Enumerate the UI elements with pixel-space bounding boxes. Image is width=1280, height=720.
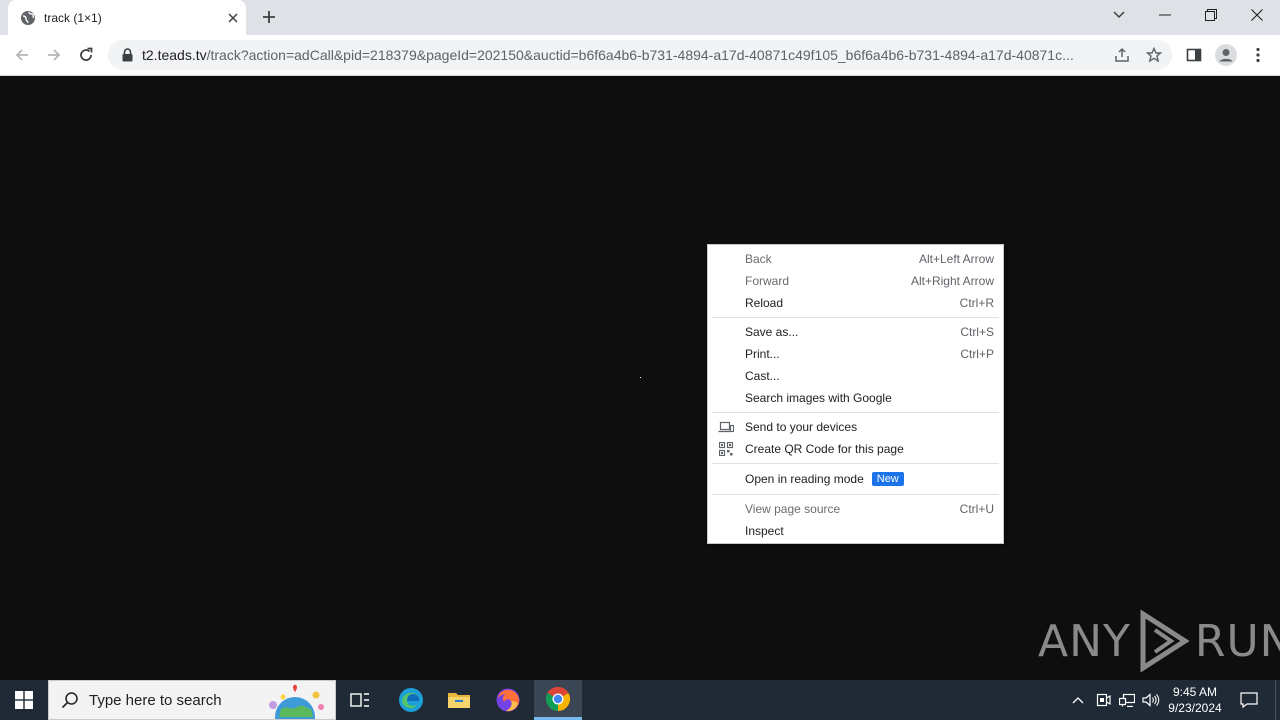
minimize-button[interactable] (1142, 0, 1188, 30)
show-desktop-button[interactable] (1275, 680, 1280, 720)
profile-avatar-icon[interactable] (1214, 43, 1238, 67)
globe-icon (20, 10, 36, 26)
firefox-icon[interactable] (484, 680, 532, 720)
menu-item-inspect[interactable]: Inspect (708, 520, 1003, 542)
tab-track[interactable]: track (1×1) (8, 0, 246, 35)
menu-separator (712, 317, 999, 318)
share-icon[interactable] (1112, 45, 1132, 65)
page-content[interactable] (0, 77, 1280, 680)
volume-icon[interactable] (1140, 680, 1162, 720)
menu-item-search-images[interactable]: Search images with Google (708, 387, 1003, 409)
menu-item-create-qr[interactable]: Create QR Code for this page (708, 438, 1003, 460)
url-path: /track?action=adCall&pid=218379&pageId=2… (206, 47, 1074, 63)
lock-icon[interactable] (120, 47, 134, 63)
chrome-menu-icon[interactable] (1246, 43, 1270, 67)
menu-item-reload[interactable]: Reload Ctrl+R (708, 292, 1003, 314)
url-host: t2.teads.tv (142, 47, 207, 63)
show-hidden-icons-chevron-icon[interactable] (1068, 680, 1088, 720)
clock-time: 9:45 AM (1172, 685, 1218, 699)
browser-toolbar: t2.teads.tv/track?action=adCall&pid=2183… (0, 35, 1280, 76)
notification-center-icon[interactable] (1234, 680, 1264, 720)
network-icon[interactable] (1116, 680, 1138, 720)
menu-separator (712, 463, 999, 464)
menu-item-forward[interactable]: Forward Alt+Right Arrow (708, 270, 1003, 292)
tab-close-icon[interactable] (224, 9, 242, 27)
menu-item-print[interactable]: Print... Ctrl+P (708, 343, 1003, 365)
new-badge: New (871, 472, 904, 486)
context-menu: Back Alt+Left Arrow Forward Alt+Right Ar… (707, 244, 1004, 544)
menu-item-back[interactable]: Back Alt+Left Arrow (708, 248, 1003, 270)
edge-browser-icon[interactable] (387, 680, 435, 720)
tab-strip: track (1×1) (0, 0, 1280, 35)
system-clock[interactable]: 9:45 AM 9/23/2024 (1160, 682, 1230, 718)
menu-item-cast[interactable]: Cast... (708, 365, 1003, 387)
url-text[interactable]: t2.teads.tv/track?action=adCall&pid=2183… (142, 47, 1094, 63)
qr-code-icon (718, 442, 734, 456)
menu-item-send-to-devices[interactable]: Send to your devices (708, 416, 1003, 438)
search-highlight-icon (269, 684, 324, 719)
tab-title: track (1×1) (44, 10, 102, 25)
close-window-button[interactable] (1234, 0, 1280, 30)
devices-icon (718, 420, 734, 434)
chrome-taskbar-icon[interactable] (534, 680, 582, 720)
meet-now-icon[interactable] (1092, 680, 1114, 720)
forward-button[interactable] (40, 41, 68, 69)
back-button[interactable] (8, 41, 36, 69)
task-view-icon[interactable] (336, 680, 384, 720)
address-bar[interactable]: t2.teads.tv/track?action=adCall&pid=2183… (108, 40, 1172, 70)
menu-item-view-source[interactable]: View page source Ctrl+U (708, 498, 1003, 520)
tracking-pixel-image (640, 377, 641, 378)
tab-search-icon[interactable] (1096, 0, 1142, 30)
file-explorer-icon[interactable] (435, 680, 483, 720)
anyrun-watermark: ANY RUN (1038, 610, 1280, 672)
side-panel-icon[interactable] (1182, 43, 1206, 67)
search-icon (61, 691, 79, 709)
menu-item-save-as[interactable]: Save as... Ctrl+S (708, 321, 1003, 343)
taskbar-search-box[interactable]: Type here to search (48, 680, 336, 720)
clock-date: 9/23/2024 (1168, 701, 1222, 715)
play-logo-icon (1140, 610, 1190, 672)
windows-start-button[interactable] (0, 680, 48, 720)
windows-taskbar: Type here to search 9:45 AM 9/23/2024 (0, 680, 1280, 720)
menu-item-reading-mode[interactable]: Open in reading mode New (708, 467, 1003, 491)
new-tab-button[interactable] (257, 6, 281, 28)
restore-button[interactable] (1188, 0, 1234, 30)
bookmark-star-icon[interactable] (1144, 45, 1164, 65)
menu-separator (712, 494, 999, 495)
reload-button[interactable] (72, 41, 100, 69)
menu-separator (712, 412, 999, 413)
